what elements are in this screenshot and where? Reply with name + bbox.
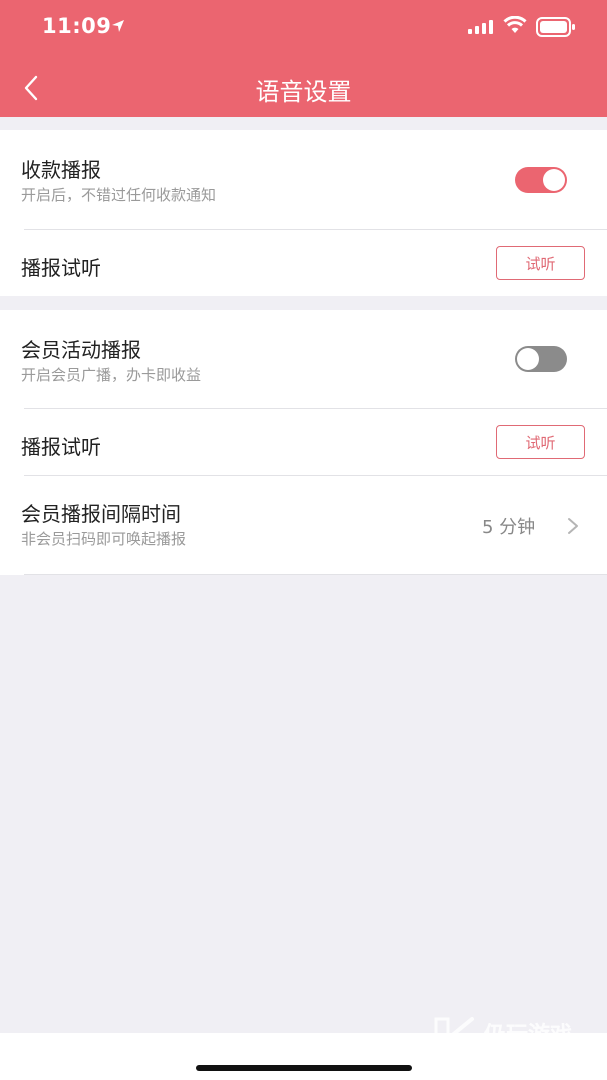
member-preview-button[interactable]: 试听 <box>496 425 585 459</box>
battery-icon <box>536 17 575 37</box>
payment-preview-label: 播报试听 <box>21 256 101 280</box>
member-interval-row[interactable]: 会员播报间隔时间 非会员扫码即可唤起播报 5 分钟 <box>0 476 607 575</box>
member-interval-label: 会员播报间隔时间 <box>21 502 181 526</box>
wifi-icon <box>503 16 527 33</box>
payment-preview-button[interactable]: 试听 <box>496 246 585 280</box>
page-title: 语音设置 <box>255 78 352 106</box>
payment-broadcast-section: 收款播报 开启后，不错过任何收款通知 播报试听 试听 <box>0 130 607 296</box>
location-arrow-icon <box>112 20 124 32</box>
member-broadcast-description: 开启会员广播，办卡即收益 <box>21 366 202 384</box>
member-broadcast-toggle[interactable] <box>515 346 567 372</box>
status-time: 11:09 <box>42 14 112 38</box>
toggle-knob <box>543 169 565 191</box>
watermark: 仍玩游戏 Rengwan Games <box>432 1015 592 1061</box>
cellular-signal-icon <box>468 20 493 34</box>
member-interval-value: 5 分钟 <box>482 517 536 538</box>
watermark-subtext: Rengwan Games <box>485 1046 578 1059</box>
header-bar: 11:09 语音设置 <box>0 0 607 117</box>
member-preview-label: 播报试听 <box>21 435 101 459</box>
toggle-knob <box>517 348 539 370</box>
home-indicator <box>196 1065 412 1071</box>
member-broadcast-label: 会员活动播报 <box>21 338 141 362</box>
payment-preview-row: 播报试听 试听 <box>0 230 607 296</box>
payment-broadcast-description: 开启后，不错过任何收款通知 <box>21 186 217 204</box>
payment-broadcast-toggle[interactable] <box>515 167 567 193</box>
divider <box>24 574 607 575</box>
member-preview-row: 播报试听 试听 <box>0 409 607 475</box>
payment-broadcast-label: 收款播报 <box>21 158 101 182</box>
chevron-right-icon <box>568 518 578 534</box>
member-broadcast-row: 会员活动播报 开启会员广播，办卡即收益 <box>0 310 607 409</box>
payment-broadcast-row: 收款播报 开启后，不错过任何收款通知 <box>0 130 607 230</box>
member-broadcast-section: 会员活动播报 开启会员广播，办卡即收益 播报试听 试听 会员播报间隔时间 非会员… <box>0 310 607 575</box>
member-interval-description: 非会员扫码即可唤起播报 <box>21 530 187 548</box>
watermark-text: 仍玩游戏 <box>484 1023 573 1048</box>
watermark-logo-icon <box>434 1017 476 1057</box>
